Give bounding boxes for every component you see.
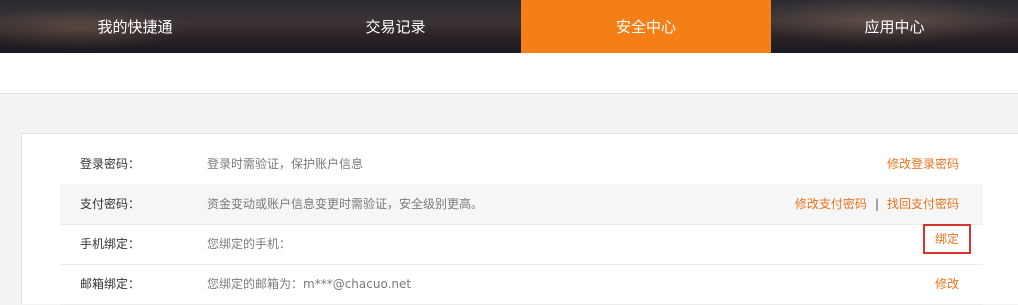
row-label: 登录密码： bbox=[80, 157, 141, 171]
row-actions: 修改登录密码 bbox=[887, 144, 959, 184]
tab-my-kjt[interactable]: 我的快捷通 bbox=[0, 0, 270, 53]
top-nav: 我的快捷通 交易记录 安全中心 应用中心 bbox=[0, 0, 1018, 53]
row-email-binding: 邮箱绑定： 您绑定的邮箱为：m***@chacuo.net 修改 bbox=[60, 264, 983, 305]
row-description: 您绑定的邮箱为：m***@chacuo.net bbox=[207, 277, 412, 291]
row-actions: 绑定 bbox=[922, 224, 971, 254]
link-separator: | bbox=[874, 197, 879, 211]
row-payment-password: 支付密码： 资金变动或账户信息变更时需验证，安全级别更高。 修改支付密码 | 找… bbox=[60, 184, 983, 225]
tab-transactions[interactable]: 交易记录 bbox=[270, 0, 521, 53]
modify-email-link[interactable]: 修改 bbox=[935, 264, 959, 304]
row-actions: 修改 bbox=[935, 264, 959, 304]
row-label: 支付密码： bbox=[80, 197, 141, 211]
change-payment-password-link[interactable]: 修改支付密码 bbox=[795, 184, 867, 224]
row-label: 手机绑定： bbox=[80, 237, 141, 251]
row-phone-binding: 手机绑定： 您绑定的手机： 绑定 bbox=[60, 224, 983, 265]
recover-payment-password-link[interactable]: 找回支付密码 bbox=[887, 184, 959, 224]
row-description: 登录时需验证，保护账户信息 bbox=[207, 157, 364, 171]
row-actions: 修改支付密码 | 找回支付密码 bbox=[795, 184, 959, 224]
row-label: 邮箱绑定： bbox=[80, 277, 141, 291]
subheader-band bbox=[0, 53, 1018, 94]
row-description: 您绑定的手机： bbox=[207, 237, 292, 251]
bind-phone-link[interactable]: 绑定 bbox=[935, 232, 959, 246]
bind-phone-highlight: 绑定 bbox=[922, 224, 971, 254]
row-description: 资金变动或账户信息变更时需验证，安全级别更高。 bbox=[207, 197, 484, 211]
tab-security-center[interactable]: 安全中心 bbox=[521, 0, 771, 53]
change-login-password-link[interactable]: 修改登录密码 bbox=[887, 144, 959, 184]
row-login-password: 登录密码： 登录时需验证，保护账户信息 修改登录密码 bbox=[60, 144, 983, 185]
tab-app-center[interactable]: 应用中心 bbox=[771, 0, 1018, 53]
security-panel: 登录密码： 登录时需验证，保护账户信息 修改登录密码 支付密码： 资金变动或账户… bbox=[21, 133, 1018, 305]
